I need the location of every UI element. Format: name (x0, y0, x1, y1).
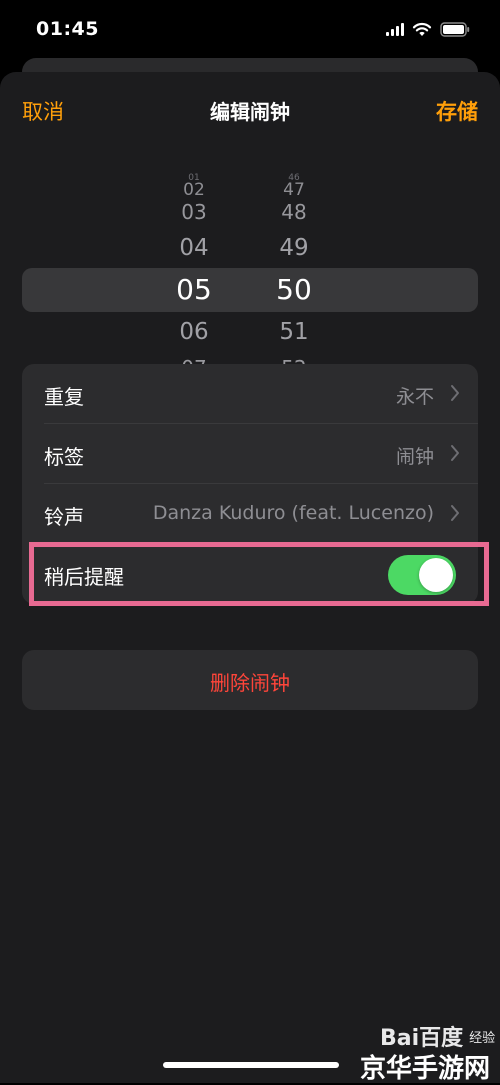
save-button[interactable]: 存储 (436, 96, 478, 126)
annotation-highlight-box (29, 542, 489, 606)
picker-minute[interactable]: 51 (264, 320, 324, 344)
picker-hour-selected[interactable]: 05 (164, 276, 224, 304)
delete-alarm-label: 删除闹钟 (210, 671, 290, 695)
picker-minute[interactable]: 48 (264, 202, 324, 222)
repeat-row[interactable]: 重复 永不 (22, 364, 478, 424)
picker-hour[interactable]: 04 (164, 236, 224, 260)
repeat-value: 永不 (395, 386, 434, 408)
sound-row[interactable]: 铃声 Danza Kuduro (feat. Lucenzo) (22, 484, 478, 544)
delete-alarm-button[interactable]: 删除闹钟 (22, 650, 478, 710)
watermark-site: 京华手游网 (359, 1054, 490, 1084)
home-indicator (163, 1062, 339, 1068)
cellular-signal-icon (386, 23, 404, 36)
repeat-label: 重复 (44, 385, 84, 409)
page-title: 编辑闹钟 (210, 100, 290, 124)
status-bar: 01:45 (0, 0, 500, 60)
chevron-right-icon (451, 385, 459, 401)
picker-minute[interactable]: 49 (264, 236, 324, 260)
picker-hour[interactable]: 02 (164, 181, 224, 199)
label-value: 闹钟 (395, 446, 434, 468)
label-row[interactable]: 标签 闹钟 (22, 424, 478, 484)
chevron-right-icon (451, 505, 459, 521)
sound-value: Danza Kuduro (feat. Lucenzo) (152, 502, 434, 524)
wifi-icon (412, 22, 432, 37)
label-label: 标签 (44, 445, 84, 469)
picker-minute-selected[interactable]: 50 (264, 276, 324, 304)
sound-label: 铃声 (44, 505, 84, 529)
picker-hour[interactable]: 03 (164, 202, 224, 222)
status-icons (386, 22, 470, 37)
picker-minute[interactable]: 47 (264, 181, 324, 199)
chevron-right-icon (451, 445, 459, 461)
picker-selection-band (22, 268, 478, 312)
status-time: 01:45 (36, 18, 99, 40)
picker-hour[interactable]: 06 (164, 320, 224, 344)
battery-icon (440, 22, 470, 37)
watermark-sub: 经验 (469, 1030, 496, 1046)
